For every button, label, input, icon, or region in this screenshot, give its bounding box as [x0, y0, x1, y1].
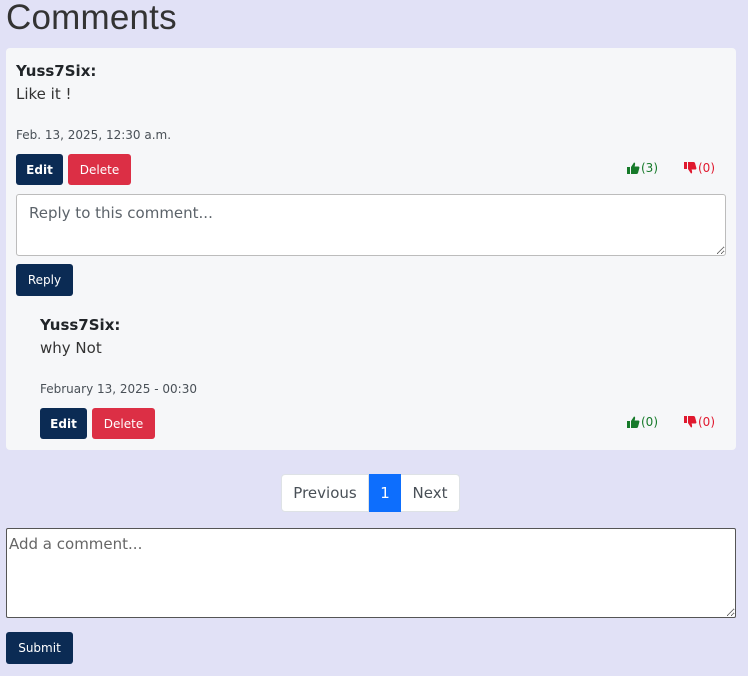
- dislike-button[interactable]: (0): [684, 161, 715, 175]
- thumbs-down-icon: [684, 416, 697, 428]
- reply-author: Yuss7Six:: [40, 316, 121, 334]
- thumbs-up-icon: [627, 416, 640, 428]
- reply-dislike-count: (0): [698, 415, 715, 429]
- submit-comment-button[interactable]: Submit: [6, 632, 73, 664]
- page-title: Comments: [6, 0, 177, 37]
- thumbs-up-icon: [627, 162, 640, 174]
- page-1-button[interactable]: 1: [369, 474, 401, 512]
- next-page-button[interactable]: Next: [401, 474, 460, 512]
- dislike-count: (0): [698, 161, 715, 175]
- reply-date: February 13, 2025 - 00:30: [40, 382, 197, 396]
- comment-text: Like it !: [16, 85, 72, 103]
- reply-like-count: (0): [641, 415, 658, 429]
- reply-input[interactable]: [16, 194, 726, 256]
- comment-date: Feb. 13, 2025, 12:30 a.m.: [16, 128, 172, 142]
- like-count: (3): [641, 161, 658, 175]
- pagination: Previous 1 Next: [281, 474, 460, 512]
- previous-page-button[interactable]: Previous: [281, 474, 369, 512]
- add-comment-input[interactable]: [6, 528, 736, 618]
- reply-button[interactable]: Reply: [16, 264, 73, 296]
- edit-reply-button[interactable]: Edit: [40, 408, 87, 439]
- delete-comment-button[interactable]: Delete: [68, 154, 131, 185]
- thumbs-down-icon: [684, 162, 697, 174]
- comment-author: Yuss7Six:: [16, 62, 97, 80]
- reply-like-button[interactable]: (0): [627, 415, 658, 429]
- comment-card: Yuss7Six: Like it ! Feb. 13, 2025, 12:30…: [6, 48, 736, 450]
- like-button[interactable]: (3): [627, 161, 658, 175]
- reply-text: why Not: [40, 339, 102, 357]
- edit-comment-button[interactable]: Edit: [16, 154, 63, 185]
- reply-dislike-button[interactable]: (0): [684, 415, 715, 429]
- delete-reply-button[interactable]: Delete: [92, 408, 155, 439]
